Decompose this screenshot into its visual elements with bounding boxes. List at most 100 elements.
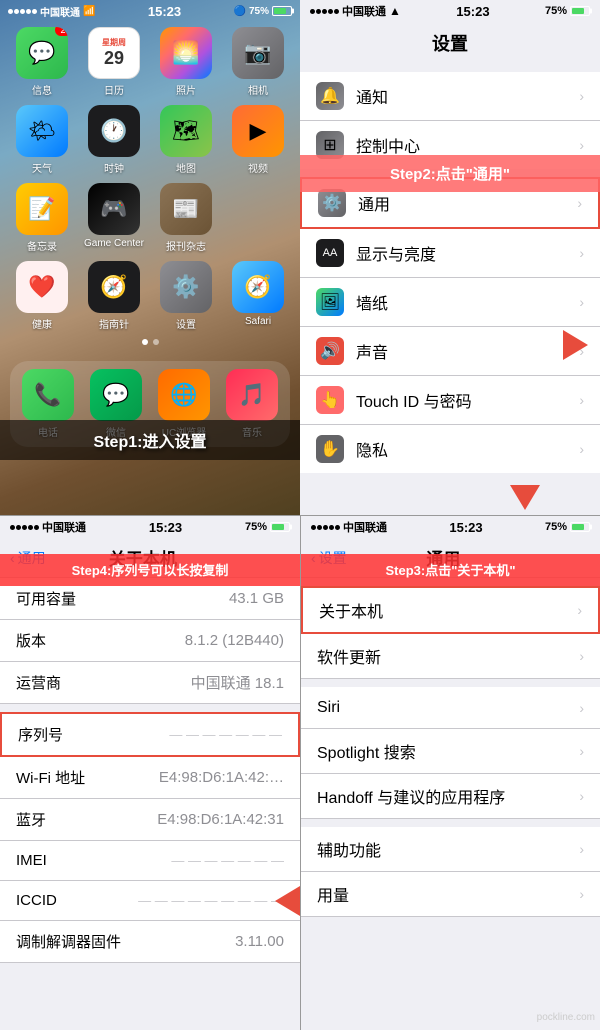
- app-photos[interactable]: 🌅 照片: [154, 27, 218, 97]
- bluetooth-value: E4:98:D6:1A:42:31: [157, 811, 284, 828]
- calendar-month: 星期周: [102, 37, 126, 48]
- general-settings-icon: ⚙️: [318, 189, 346, 217]
- icon-row-2: 🌤 天气 🕐 时钟 🗺 地图 ▶ 视频: [10, 105, 290, 175]
- calendar-label: 日历: [104, 82, 124, 97]
- clock-label: 时钟: [104, 160, 124, 175]
- privacy-label: 隐私: [356, 437, 579, 461]
- usage-label: 用量: [317, 882, 579, 906]
- battery-icon-3: [270, 522, 290, 532]
- notes-icon: 📝: [16, 183, 68, 235]
- update-label: 软件更新: [317, 644, 579, 668]
- status-bar-3: 中国联通 15:23 75%: [0, 516, 300, 538]
- phone-icon: 📞: [22, 369, 74, 421]
- step3-text: Step3:点击"关于本机": [385, 563, 515, 578]
- wifi-value: E4:98:D6:1A:42:…: [159, 769, 284, 786]
- settings-item-wallpaper[interactable]: 🖼 墙纸 ›: [300, 278, 600, 327]
- arrow-right-icon: [563, 330, 588, 360]
- status-right-2: 75%: [545, 5, 590, 17]
- app-compass[interactable]: 🧭 指南针: [82, 261, 146, 331]
- wifi-2: ▲: [389, 4, 401, 18]
- general-list-2: Siri › Spotlight 搜索 › Handoff 与建议的应用程序 ›: [301, 687, 600, 819]
- app-calendar[interactable]: 星期周 29 日历: [82, 27, 146, 97]
- settings-label: 设置: [176, 316, 196, 331]
- settings-item-display[interactable]: AA 显示与亮度 ›: [300, 229, 600, 278]
- carrier-4: 中国联通: [343, 519, 387, 535]
- settings-item-privacy[interactable]: ✋ 隐私 ›: [300, 425, 600, 473]
- app-camera[interactable]: 📷 相机: [226, 27, 290, 97]
- battery-percent-1: 75%: [249, 6, 269, 17]
- settings-item-notifications[interactable]: 🔔 通知 ›: [300, 72, 600, 121]
- arrow-down-container: [510, 485, 540, 515]
- battery-icon-1: [272, 6, 292, 16]
- app-weather[interactable]: 🌤 天气: [10, 105, 74, 175]
- uc-icon: 🌐: [158, 369, 210, 421]
- info-bluetooth: 蓝牙 E4:98:D6:1A:42:31: [0, 799, 300, 841]
- settings-group-2: ⚙️ 通用 › AA 显示与亮度 › 🖼 墙纸 › 🔊 声音 › 👆 To: [300, 177, 600, 473]
- page-dot: [153, 339, 159, 345]
- separator-5: [301, 679, 600, 687]
- page-dot-active: [142, 339, 148, 345]
- general-item-about[interactable]: 关于本机 ›: [301, 586, 600, 634]
- serial-value: — — — — — — —: [169, 727, 282, 742]
- signal-strength: [8, 9, 37, 14]
- general-settings-label: 通用: [358, 191, 577, 215]
- chevron-general: ›: [577, 195, 582, 211]
- chevron-accessibility: ›: [579, 841, 584, 857]
- app-clock[interactable]: 🕐 时钟: [82, 105, 146, 175]
- icon-row-4: ❤️ 健康 🧭 指南针 ⚙️ 设置 🧭 Safari: [10, 261, 290, 331]
- accessibility-label: 辅助功能: [317, 837, 579, 861]
- general-item-update[interactable]: 软件更新 ›: [301, 634, 600, 679]
- battery-percent-2: 75%: [545, 5, 567, 17]
- info-serial[interactable]: 序列号 — — — — — — —: [0, 712, 300, 757]
- app-safari[interactable]: 🧭 Safari: [226, 261, 290, 331]
- general-item-handoff[interactable]: Handoff 与建议的应用程序 ›: [301, 774, 600, 819]
- chevron-display: ›: [579, 245, 584, 261]
- wifi-icon-1: 📶: [83, 6, 95, 17]
- status-left-3: 中国联通: [10, 519, 86, 535]
- chevron-control: ›: [579, 137, 584, 153]
- iccid-value: — — — — — — — — —: [138, 893, 284, 908]
- time-2: 15:23: [456, 4, 489, 19]
- app-settings[interactable]: ⚙️ 设置: [154, 261, 218, 331]
- icon-row-1: 💬2 信息 星期周 29 日历 🌅 照片 📷 相机: [10, 27, 290, 97]
- app-messages[interactable]: 💬2 信息: [10, 27, 74, 97]
- info-wifi: Wi-Fi 地址 E4:98:D6:1A:42:…: [0, 757, 300, 799]
- app-videos[interactable]: ▶ 视频: [226, 105, 290, 175]
- time-1: 15:23: [148, 4, 181, 19]
- operator-value: 中国联通 18.1: [191, 672, 284, 693]
- separator-3: [0, 704, 300, 712]
- bluetooth-label: 蓝牙: [16, 809, 157, 830]
- general-list-3: 辅助功能 › 用量 ›: [301, 827, 600, 917]
- general-item-usage[interactable]: 用量 ›: [301, 872, 600, 917]
- page-indicator: [10, 339, 290, 345]
- settings-nav: 设置: [300, 22, 600, 64]
- battery-icon-2: [570, 6, 590, 16]
- panel4-general: 中国联通 15:23 75% ‹ 设置 通用 Step3:点击"关于本机" 关于…: [300, 515, 600, 1030]
- compass-icon: 🧭: [88, 261, 140, 313]
- info-imei: IMEI — — — — — — —: [0, 841, 300, 881]
- imei-value: — — — — — — —: [171, 853, 284, 868]
- app-maps[interactable]: 🗺 地图: [154, 105, 218, 175]
- general-item-accessibility[interactable]: 辅助功能 ›: [301, 827, 600, 872]
- settings-item-touchid[interactable]: 👆 Touch ID 与密码 ›: [300, 376, 600, 425]
- safari-label: Safari: [245, 316, 271, 327]
- app-newsstand[interactable]: 📰 报刊杂志: [154, 183, 218, 253]
- settings-item-sound[interactable]: 🔊 声音 ›: [300, 327, 600, 376]
- videos-icon: ▶: [232, 105, 284, 157]
- icon-row-3: 📝 备忘录 🎮 Game Center 📰 报刊杂志: [10, 183, 290, 253]
- chevron-update: ›: [579, 648, 584, 664]
- step1-overlay: Step1:进入设置: [0, 420, 300, 460]
- general-item-siri[interactable]: Siri ›: [301, 687, 600, 729]
- status-right-4: 75%: [545, 521, 590, 533]
- app-notes[interactable]: 📝 备忘录: [10, 183, 74, 253]
- capacity-value: 43.1 GB: [229, 590, 284, 607]
- app-health[interactable]: ❤️ 健康: [10, 261, 74, 331]
- app-gamecenter[interactable]: 🎮 Game Center: [82, 183, 146, 253]
- chevron-about: ›: [577, 602, 582, 618]
- handoff-label: Handoff 与建议的应用程序: [317, 784, 579, 808]
- camera-icon: 📷: [232, 27, 284, 79]
- photos-label: 照片: [176, 82, 196, 97]
- wallpaper-label: 墙纸: [356, 290, 579, 314]
- general-item-spotlight[interactable]: Spotlight 搜索 ›: [301, 729, 600, 774]
- watermark-text: pockline.com: [537, 1012, 595, 1023]
